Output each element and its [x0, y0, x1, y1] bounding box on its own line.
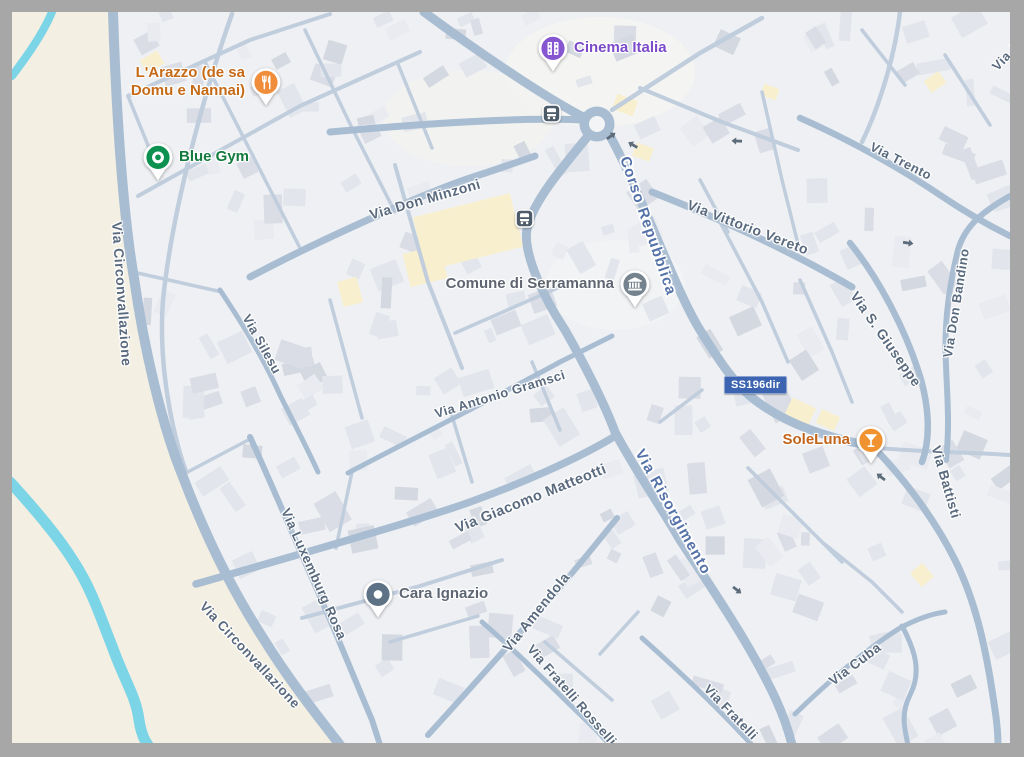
- map-canvas[interactable]: Via Don MinzoniCorso RepubblicaVia Vitto…: [12, 12, 1010, 743]
- poi-pin-larazzo-de-sa-domu-e-nannai[interactable]: [249, 66, 283, 108]
- dot-icon: [361, 578, 395, 620]
- film-icon: [536, 32, 570, 74]
- cocktail-icon: [854, 424, 888, 466]
- bus-stop-icon[interactable]: [542, 104, 561, 123]
- government-icon: [618, 268, 652, 310]
- poi-label-cinema-italia[interactable]: Cinema Italia: [574, 39, 667, 57]
- route-badge-ss196dir: SS196dir: [724, 376, 787, 394]
- poi-label-line: L'Arazzo (de sa: [131, 64, 245, 82]
- poi-label-comune-di-serramanna[interactable]: Comune di Serramanna: [446, 275, 614, 293]
- bus-stop-icon[interactable]: [515, 209, 534, 228]
- poi-pin-comune-di-serramanna[interactable]: [618, 268, 652, 310]
- poi-pin-soleluna[interactable]: [854, 424, 888, 466]
- map-frame: Via Don MinzoniCorso RepubblicaVia Vitto…: [0, 0, 1024, 757]
- poi-label-cara-ignazio[interactable]: Cara Ignazio: [399, 585, 488, 603]
- poi-label-soleluna[interactable]: SoleLuna: [782, 431, 850, 449]
- poi-pin-cara-ignazio[interactable]: [361, 578, 395, 620]
- restaurant-icon: [249, 66, 283, 108]
- poi-label-larazzo-de-sa-domu-e-nannai[interactable]: L'Arazzo (de saDomu e Nannai): [131, 64, 245, 100]
- poi-pin-blue-gym[interactable]: [141, 141, 175, 183]
- poi-label-blue-gym[interactable]: Blue Gym: [179, 148, 249, 166]
- poi-label-line: Domu e Nannai): [131, 82, 245, 100]
- field-area: [12, 12, 340, 743]
- ring-icon: [141, 141, 175, 183]
- map-base-tiles: [12, 12, 1010, 743]
- poi-pin-cinema-italia[interactable]: [536, 32, 570, 74]
